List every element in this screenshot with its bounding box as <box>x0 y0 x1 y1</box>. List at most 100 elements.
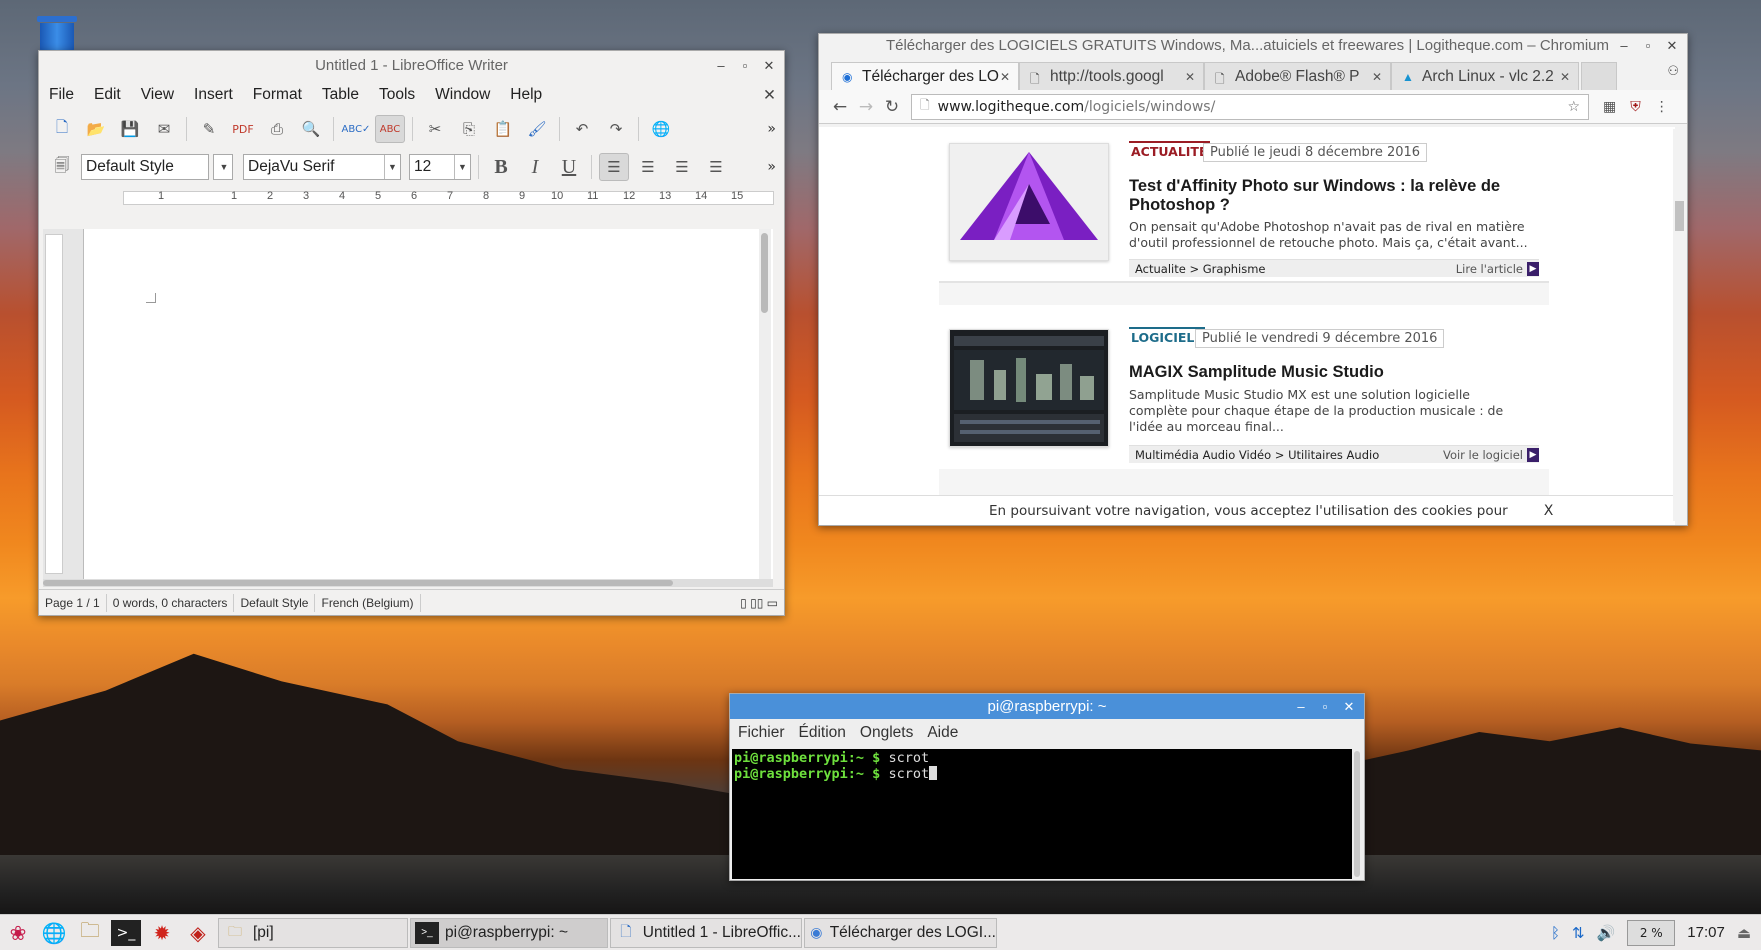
paragraph-style-select[interactable]: Default Style <box>81 154 209 180</box>
menu-table[interactable]: Table <box>322 86 359 104</box>
web-browser-icon[interactable]: 🌐 <box>36 917 72 949</box>
close-icon[interactable]: ✕ <box>760 51 778 81</box>
task-file-manager[interactable]: 🗀 [pi] <box>218 917 408 948</box>
writer-titlebar[interactable]: Untitled 1 - LibreOffice Writer ‒ ▫ ✕ <box>39 51 784 81</box>
cpu-monitor[interactable]: 2 % <box>1627 919 1676 946</box>
export-pdf-icon[interactable]: PDF <box>228 115 258 143</box>
paste-icon[interactable]: 📋 <box>488 115 518 143</box>
maximize-icon[interactable]: ▫ <box>736 51 754 81</box>
font-size-select[interactable]: 12 ▼ <box>409 154 471 180</box>
maximize-icon[interactable]: ▫ <box>1316 694 1334 719</box>
toolbar-overflow-icon[interactable]: » <box>767 159 776 175</box>
menu-onglets[interactable]: Onglets <box>860 724 913 742</box>
chromium-window[interactable]: Télécharger des LOGICIELS GRATUITS Windo… <box>818 33 1688 526</box>
align-right-icon[interactable]: ☰ <box>667 153 697 181</box>
arrow-right-icon[interactable]: ▶ <box>1527 261 1539 276</box>
maximize-icon[interactable]: ▫ <box>1639 34 1657 58</box>
clock[interactable]: 17:07 <box>1687 924 1725 941</box>
autospellcheck-icon[interactable]: ABC <box>375 115 405 143</box>
status-language[interactable]: French (Belgium) <box>315 593 421 612</box>
status-style[interactable]: Default Style <box>234 593 316 612</box>
raspberry-menu-icon[interactable]: ❀ <box>0 917 36 949</box>
email-icon[interactable]: ✉ <box>149 115 179 143</box>
clone-format-icon[interactable]: 🖌 <box>522 115 552 143</box>
writer-window[interactable]: Untitled 1 - LibreOffice Writer ‒ ▫ ✕ File… <box>38 50 785 616</box>
redo-icon[interactable]: ↷ <box>601 115 631 143</box>
menu-view[interactable]: View <box>141 86 174 104</box>
justify-icon[interactable]: ☰ <box>701 153 731 181</box>
horizontal-ruler[interactable]: 1 1 2 3 4 5 6 7 8 9 10 11 12 13 14 15 <box>83 185 774 211</box>
article-title[interactable]: Test d'Affinity Photo sur Windows : la r… <box>1129 177 1519 215</box>
article-title[interactable]: MAGIX Samplitude Music Studio <box>1129 363 1519 382</box>
menu-icon[interactable]: ⋮ <box>1655 99 1669 115</box>
volume-icon[interactable]: 🔊 <box>1597 924 1616 942</box>
edit-mode-icon[interactable]: ✎ <box>194 115 224 143</box>
chromium-titlebar[interactable]: Télécharger des LOGICIELS GRATUITS Windo… <box>819 34 1687 58</box>
reload-icon[interactable]: ↻ <box>879 97 905 117</box>
copy-icon[interactable]: ⎘ <box>454 115 484 143</box>
cookie-close-button[interactable]: X <box>1544 503 1554 519</box>
document-page[interactable] <box>83 229 773 579</box>
font-name-select[interactable]: DejaVu Serif ▼ <box>243 154 401 180</box>
article-breadcrumb[interactable]: Actualite > Graphisme <box>1135 262 1266 276</box>
network-icon[interactable]: ⇅ <box>1572 924 1585 942</box>
wolfram-icon[interactable]: ◈ <box>180 917 216 949</box>
document-area[interactable] <box>43 229 773 579</box>
styles-icon[interactable]: 🗐 <box>47 153 77 181</box>
vertical-ruler[interactable] <box>45 234 63 574</box>
close-tab-icon[interactable]: ✕ <box>1560 70 1570 84</box>
view-layout-icon[interactable]: ▯ ▯▯ ▭ <box>734 594 784 612</box>
article-breadcrumb[interactable]: Multimédia Audio Vidéo > Utilitaires Aud… <box>1135 448 1379 462</box>
new-document-icon[interactable]: 🗋 <box>47 115 77 143</box>
terminal-titlebar[interactable]: pi@raspberrypi: ~ ‒ ▫ ✕ <box>730 694 1364 719</box>
close-icon[interactable]: ✕ <box>1663 34 1681 58</box>
task-writer[interactable]: 🗋 Untitled 1 - LibreOffic... <box>610 917 802 948</box>
minimize-icon[interactable]: ‒ <box>712 51 730 81</box>
print-icon[interactable]: ⎙ <box>262 115 292 143</box>
ublock-icon[interactable]: ⛨ <box>1630 99 1641 115</box>
bold-icon[interactable]: B <box>486 153 516 181</box>
insert-mode-icon[interactable] <box>421 594 481 612</box>
back-icon[interactable]: ← <box>827 97 853 117</box>
file-manager-icon[interactable]: 🗀 <box>72 917 108 949</box>
new-tab-button[interactable] <box>1581 62 1617 90</box>
math-kernel-icon[interactable]: ✹ <box>144 917 180 949</box>
menu-edit[interactable]: Edit <box>94 86 121 104</box>
category-badge[interactable]: ACTUALITE <box>1129 141 1210 160</box>
italic-icon[interactable]: I <box>520 153 550 181</box>
tab-adobe-flash[interactable]: 🗋 Adobe® Flash® P ✕ <box>1204 62 1391 90</box>
status-wordcount[interactable]: 0 words, 0 characters <box>107 593 235 612</box>
magix-samplitude-thumbnail[interactable] <box>949 329 1109 447</box>
tab-arch-linux[interactable]: ▲ Arch Linux - vlc 2.2 ✕ <box>1391 62 1579 90</box>
open-folder-icon[interactable]: 📂 <box>81 115 111 143</box>
terminal-icon[interactable]: >_ <box>111 919 141 946</box>
status-page[interactable]: Page 1 / 1 <box>39 593 107 612</box>
forward-icon[interactable]: → <box>853 97 879 117</box>
close-document-icon[interactable]: ✕ <box>763 86 776 105</box>
navigator-icon[interactable]: 🌐 <box>646 115 676 143</box>
close-tab-icon[interactable]: ✕ <box>1000 70 1010 84</box>
page-info-icon[interactable]: 🗋 <box>920 96 930 117</box>
page-content[interactable]: ACTUALITE Publié le jeudi 8 décembre 201… <box>819 127 1675 525</box>
terminal-screen[interactable]: pi@raspberrypi:~ $ scrot pi@raspberrypi:… <box>732 749 1352 879</box>
close-tab-icon[interactable]: ✕ <box>1185 70 1195 84</box>
paragraph-style-dropdown[interactable]: ▼ <box>213 154 233 180</box>
menu-aide[interactable]: Aide <box>927 724 958 742</box>
close-tab-icon[interactable]: ✕ <box>1372 70 1382 84</box>
bluetooth-icon[interactable]: ᛒ <box>1551 924 1560 942</box>
menu-fichier[interactable]: Fichier <box>738 724 785 742</box>
close-icon[interactable]: ✕ <box>1340 694 1358 719</box>
cut-icon[interactable]: ✂ <box>420 115 450 143</box>
task-terminal[interactable]: >_ pi@raspberrypi: ~ <box>410 917 608 948</box>
extension-icon[interactable]: ▦ <box>1603 99 1616 115</box>
bookmark-star-icon[interactable]: ☆ <box>1567 99 1580 115</box>
save-icon[interactable]: 💾 <box>115 115 145 143</box>
menu-insert[interactable]: Insert <box>194 86 233 104</box>
read-article-link[interactable]: Lire l'article <box>1456 262 1523 276</box>
menu-format[interactable]: Format <box>253 86 302 104</box>
minimize-icon[interactable]: ‒ <box>1292 694 1310 719</box>
article-card[interactable]: LOGICIELS Publié le vendredi 9 décembre … <box>939 305 1549 469</box>
article-card[interactable]: ACTUALITE Publié le jeudi 8 décembre 201… <box>939 127 1549 283</box>
menu-tools[interactable]: Tools <box>379 86 415 104</box>
print-preview-icon[interactable]: 🔍 <box>296 115 326 143</box>
